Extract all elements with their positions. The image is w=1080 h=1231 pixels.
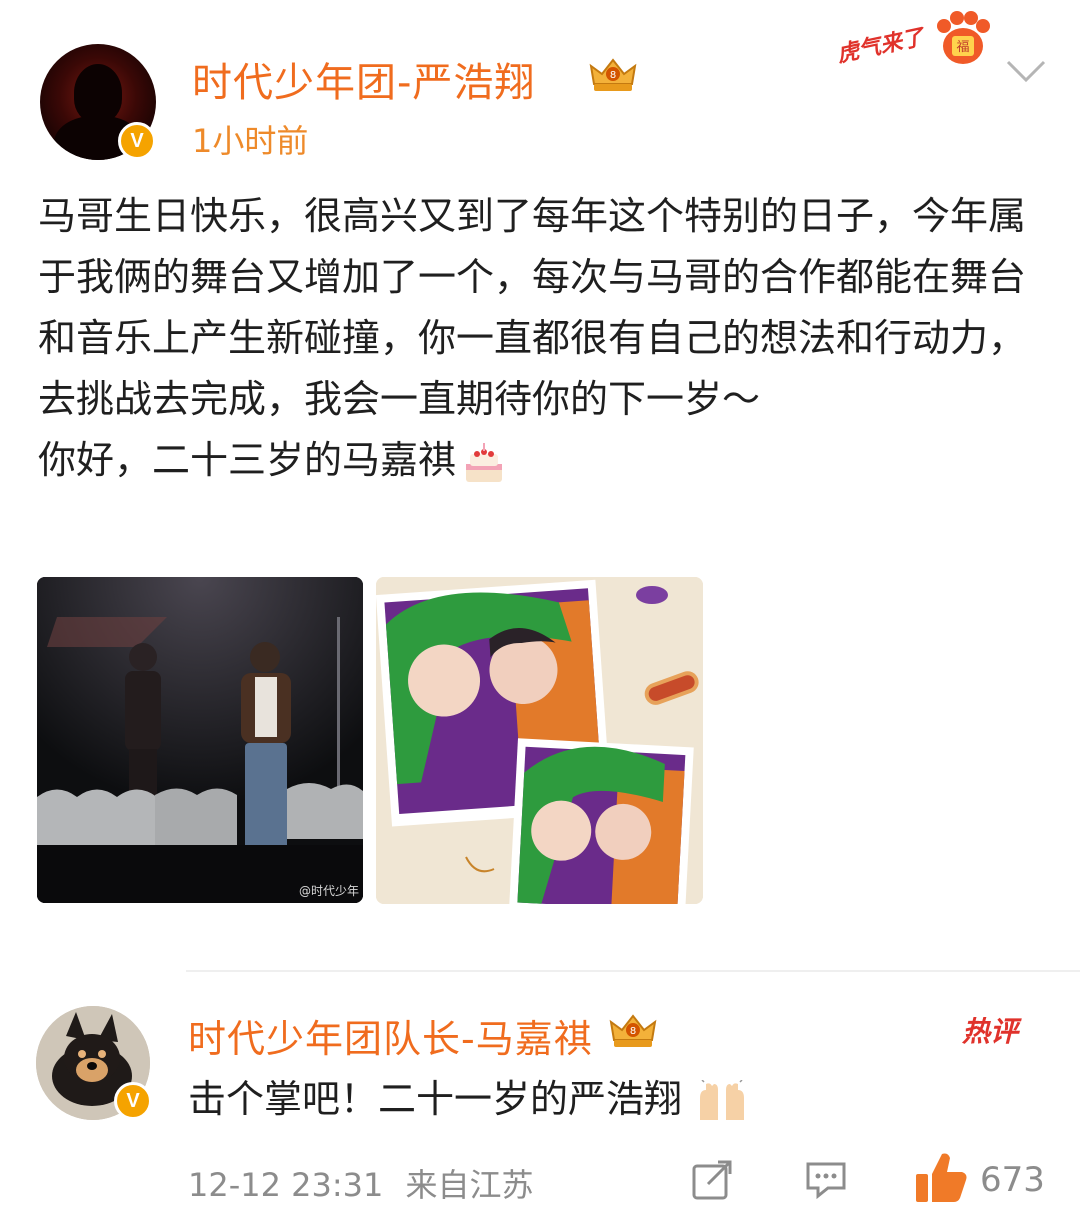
- raised-hands-emoji: [700, 1078, 745, 1120]
- hot-comment-label: 热评: [962, 1015, 1019, 1048]
- comment-icon[interactable]: [804, 1160, 848, 1200]
- post-photo-stage[interactable]: @时代少年: [37, 577, 363, 903]
- stage-photo-illustration: [37, 577, 363, 903]
- chevron-down-icon[interactable]: [1004, 56, 1048, 86]
- post-paragraph-2-text: 你好，二十三岁的马嘉祺: [38, 438, 457, 482]
- comment-datetime: 12-12 23:31: [188, 1166, 384, 1204]
- weibo-post: V 时代少年团-严浩翔 8 1小时前 虎气来了 福 马哥生日快乐，很高兴又到了每…: [0, 0, 1080, 960]
- share-icon[interactable]: [690, 1158, 734, 1202]
- polaroid-photo-illustration: [376, 577, 703, 904]
- photo-watermark: @时代少年: [298, 884, 359, 898]
- svg-text:福: 福: [956, 40, 969, 55]
- svg-text:8: 8: [610, 70, 616, 81]
- like-count[interactable]: 673: [980, 1160, 1045, 1200]
- comment-divider: [186, 970, 1080, 972]
- post-paragraph-1: 马哥生日快乐，很高兴又到了每年这个特别的日子，今年属于我俩的舞台又增加了一个，每…: [38, 194, 1027, 421]
- commenter-crown-badge-icon: 8: [609, 1014, 657, 1047]
- crown-badge-icon: 8: [589, 58, 637, 91]
- post-time: 1小时前: [192, 122, 309, 160]
- comment-text: 击个掌吧！二十一岁的严浩翔: [188, 1077, 683, 1121]
- post-photo-polaroid[interactable]: [376, 577, 703, 904]
- comment-location: 来自江苏: [405, 1166, 534, 1204]
- commenter-name[interactable]: 时代少年团队长-马嘉祺: [188, 1008, 593, 1063]
- thumbs-up-icon[interactable]: [912, 1150, 970, 1206]
- birthday-cake-emoji: [466, 442, 503, 482]
- paw-badge-icon: 福: [937, 11, 990, 64]
- verified-badge: V: [118, 122, 156, 160]
- decoration-text: 虎气来了: [834, 25, 927, 68]
- svg-text:8: 8: [630, 1026, 636, 1037]
- commenter-verified-badge: V: [114, 1082, 152, 1120]
- post-paragraph-2: 你好，二十三岁的马嘉祺: [38, 430, 1038, 491]
- post-author-name[interactable]: 时代少年团-严浩翔: [192, 50, 535, 108]
- comment-body: 击个掌吧！二十一岁的严浩翔: [188, 1068, 750, 1124]
- comment-meta: 12-12 23:31 来自江苏: [188, 1160, 534, 1206]
- post-body: 马哥生日快乐，很高兴又到了每年这个特别的日子，今年属于我俩的舞台又增加了一个，每…: [38, 186, 1038, 491]
- tiger-decoration: 虎气来了 福: [834, 8, 996, 78]
